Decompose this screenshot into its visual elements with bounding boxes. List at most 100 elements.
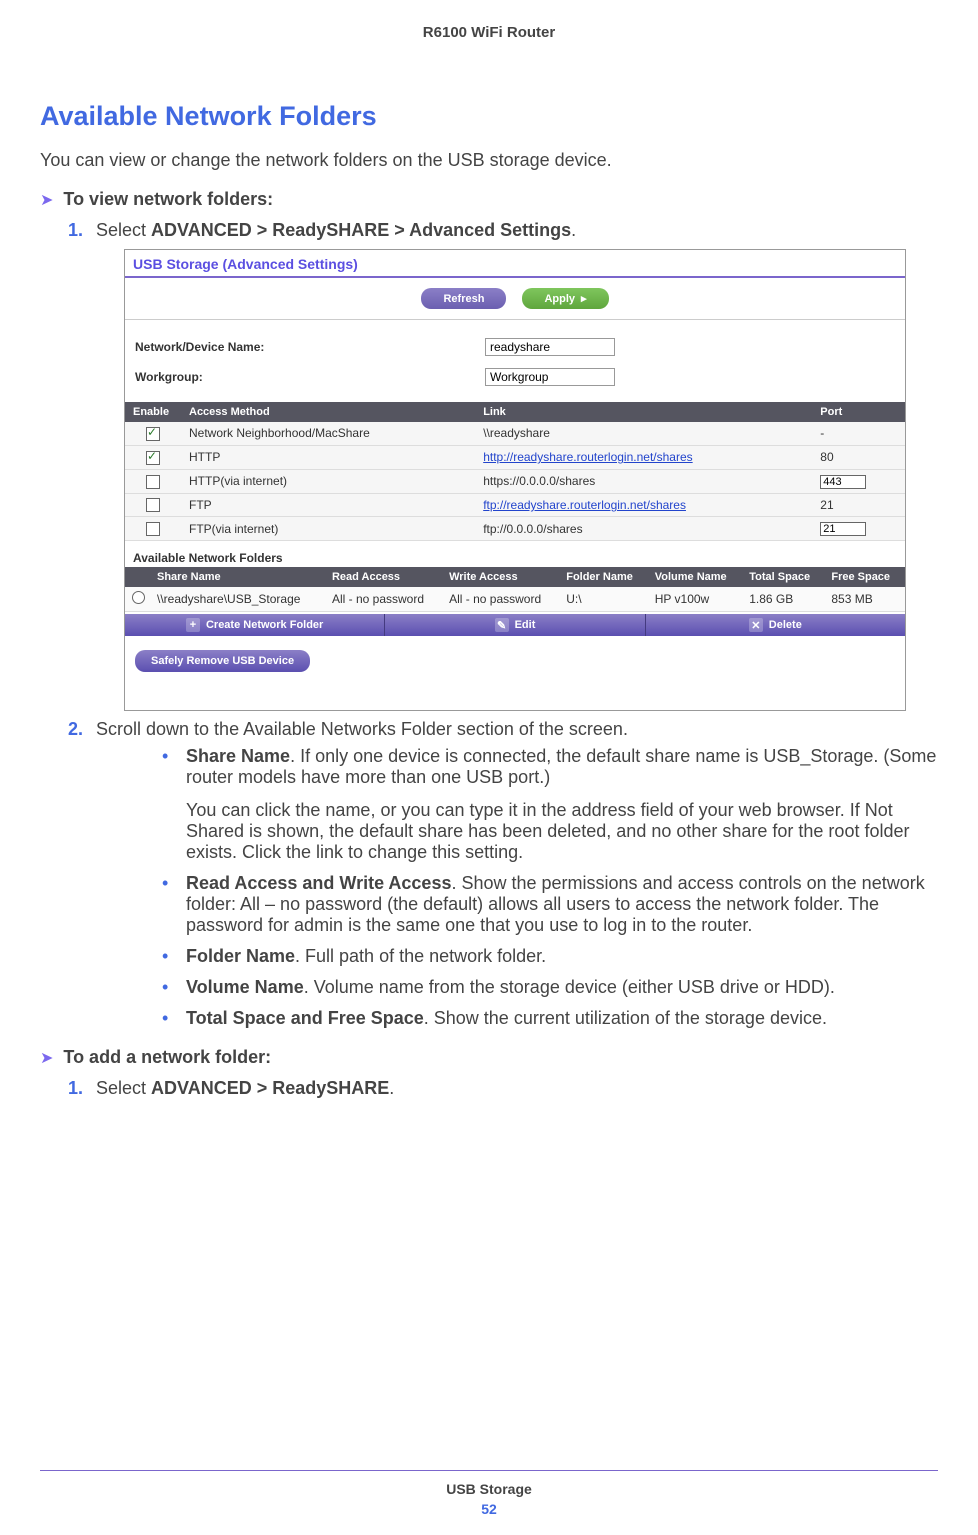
step-text-bold: ADVANCED > ReadySHARE	[151, 1078, 389, 1098]
enable-checkbox[interactable]	[146, 451, 160, 465]
edit-button[interactable]: ✎ Edit	[385, 614, 645, 636]
enable-checkbox[interactable]	[146, 498, 160, 512]
cell-method: FTP(via internet)	[181, 517, 475, 541]
col-port: Port	[812, 402, 905, 422]
list-item: Folder Name. Full path of the network fo…	[158, 946, 938, 967]
cell-method: HTTP	[181, 445, 475, 469]
step-text-prefix: Select	[96, 220, 151, 240]
port-input[interactable]	[820, 522, 866, 536]
col-read: Read Access	[326, 567, 443, 587]
step-1-add: 1. Select ADVANCED > ReadySHARE.	[68, 1078, 938, 1099]
step-number: 1.	[68, 1078, 83, 1099]
available-folders-heading: Available Network Folders	[125, 541, 905, 567]
step-text-prefix: Select	[96, 1078, 151, 1098]
delete-button[interactable]: ✕ Delete	[646, 614, 905, 636]
cell-method: HTTP(via internet)	[181, 469, 475, 493]
bullet-text: . Show the current utilization of the st…	[424, 1008, 827, 1028]
enable-checkbox[interactable]	[146, 427, 160, 441]
cell-folder: U:\	[560, 587, 649, 612]
step-2: 2. Scroll down to the Available Networks…	[68, 719, 938, 1029]
bullet-paragraph: You can click the name, or you can type …	[186, 800, 938, 863]
table-row: FTP(via internet) ftp://0.0.0.0/shares	[125, 517, 905, 541]
link-ftp[interactable]: ftp://readyshare.routerlogin.net/shares	[483, 498, 686, 512]
table-row: HTTP http://readyshare.routerlogin.net/s…	[125, 445, 905, 469]
close-icon: ✕	[749, 618, 763, 632]
cell-write: All - no password	[443, 587, 560, 612]
bullet-bold: Read Access and Write Access	[186, 873, 451, 893]
access-method-table: Enable Access Method Link Port Network N…	[125, 402, 905, 541]
cell-read: All - no password	[326, 587, 443, 612]
cell-port: 21	[812, 493, 905, 517]
cell-share: \\readyshare\USB_Storage	[151, 587, 326, 612]
section-intro: You can view or change the network folde…	[40, 150, 938, 171]
bullet-bold: Share Name	[186, 746, 290, 766]
cell-method: Network Neighborhood/MacShare	[181, 422, 475, 445]
col-folder: Folder Name	[560, 567, 649, 587]
enable-checkbox[interactable]	[146, 522, 160, 536]
chevron-right-icon: ➤	[40, 1048, 53, 1068]
cell-port: 80	[812, 445, 905, 469]
network-device-name-input[interactable]	[485, 338, 615, 356]
step-text: Scroll down to the Available Networks Fo…	[96, 719, 628, 739]
network-device-name-label: Network/Device Name:	[135, 340, 485, 354]
step-1: 1. Select ADVANCED > ReadySHARE > Advanc…	[68, 220, 938, 711]
step-number: 1.	[68, 220, 83, 241]
bullet-bold: Folder Name	[186, 946, 295, 966]
procedure-add-heading-text: To add a network folder:	[63, 1047, 271, 1068]
cell-total: 1.86 GB	[743, 587, 825, 612]
step-text-bold: ADVANCED > ReadySHARE > Advanced Setting…	[151, 220, 571, 240]
bullet-bold: Volume Name	[186, 977, 304, 997]
step-text-suffix: .	[571, 220, 576, 240]
table-row[interactable]: \\readyshare\USB_Storage All - no passwo…	[125, 587, 905, 612]
safely-remove-button[interactable]: Safely Remove USB Device	[135, 650, 310, 672]
workgroup-input[interactable]	[485, 368, 615, 386]
col-share: Share Name	[151, 567, 326, 587]
apply-button[interactable]: Apply▸	[522, 288, 608, 309]
col-free: Free Space	[825, 567, 905, 587]
create-folder-button[interactable]: + Create Network Folder	[125, 614, 385, 636]
table-row: Network Neighborhood/MacShare \\readysha…	[125, 422, 905, 445]
chevron-right-icon: ➤	[40, 190, 53, 210]
plus-icon: +	[186, 618, 200, 632]
bullet-text: . Volume name from the storage device (e…	[304, 977, 835, 997]
list-item: Read Access and Write Access. Show the p…	[158, 873, 938, 936]
port-input[interactable]	[820, 475, 866, 489]
cell-vol: HP v100w	[649, 587, 743, 612]
cell-free: 853 MB	[825, 587, 905, 612]
cell-port: -	[812, 422, 905, 445]
footer-section: USB Storage	[0, 1481, 978, 1497]
workgroup-label: Workgroup:	[135, 370, 485, 384]
refresh-button[interactable]: Refresh	[421, 288, 506, 309]
step-number: 2.	[68, 719, 83, 740]
procedure-add-heading: ➤ To add a network folder:	[40, 1047, 938, 1068]
col-write: Write Access	[443, 567, 560, 587]
list-item: Total Space and Free Space. Show the cur…	[158, 1008, 938, 1029]
section-title: Available Network Folders	[40, 101, 938, 132]
play-icon: ▸	[581, 292, 587, 305]
col-enable: Enable	[125, 402, 181, 422]
procedure-view-heading-text: To view network folders:	[63, 189, 273, 210]
available-folders-table: Share Name Read Access Write Access Fold…	[125, 567, 905, 612]
col-vol: Volume Name	[649, 567, 743, 587]
row-radio[interactable]	[132, 591, 145, 604]
screenshot-usb-storage: USB Storage (Advanced Settings) Refresh …	[124, 249, 906, 711]
page-header-product: R6100 WiFi Router	[40, 24, 938, 41]
enable-checkbox[interactable]	[146, 475, 160, 489]
bullet-text: . If only one device is connected, the d…	[186, 746, 936, 787]
procedure-view-heading: ➤ To view network folders:	[40, 189, 938, 210]
bullet-bold: Total Space and Free Space	[186, 1008, 424, 1028]
page-footer: USB Storage 52	[0, 1470, 978, 1517]
cell-method: FTP	[181, 493, 475, 517]
col-total: Total Space	[743, 567, 825, 587]
cell-link: ftp://0.0.0.0/shares	[475, 517, 812, 541]
cell-link: https://0.0.0.0/shares	[475, 469, 812, 493]
bullet-text: . Full path of the network folder.	[295, 946, 546, 966]
col-method: Access Method	[181, 402, 475, 422]
screenshot-title: USB Storage (Advanced Settings)	[125, 250, 905, 276]
list-item: Volume Name. Volume name from the storag…	[158, 977, 938, 998]
col-link: Link	[475, 402, 812, 422]
step-text-suffix: .	[389, 1078, 394, 1098]
table-row: FTP ftp://readyshare.routerlogin.net/sha…	[125, 493, 905, 517]
footer-page-number: 52	[0, 1501, 978, 1517]
link-http[interactable]: http://readyshare.routerlogin.net/shares	[483, 450, 692, 464]
